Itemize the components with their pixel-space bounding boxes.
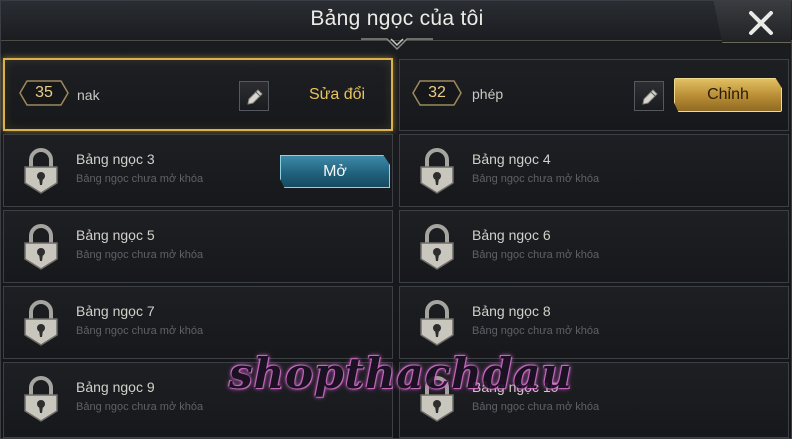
slot-status: Bảng ngọc chưa mở khóa	[472, 325, 600, 337]
locked-slot-6[interactable]: Bảng ngọc 6 Bảng ngọc chưa mở khóa	[399, 210, 789, 283]
page-number-badge: 32	[412, 80, 462, 106]
slot-status: Bảng ngọc chưa mở khóa	[76, 401, 204, 413]
slot-title: Bảng ngọc 10	[472, 379, 559, 395]
slot-status: Bảng ngọc chưa mở khóa	[472, 401, 600, 413]
close-icon	[749, 11, 773, 35]
slot-title: Bảng ngọc 7	[76, 303, 155, 319]
lock-icon	[24, 300, 58, 346]
pencil-icon	[642, 89, 658, 105]
slot-status: Bảng ngọc chưa mở khóa	[76, 249, 204, 261]
unlock-button[interactable]: Mở	[280, 155, 390, 188]
slot-status: Bảng ngọc chưa mở khóa	[472, 173, 600, 185]
header-bar: Bảng ngọc của tôi	[1, 1, 792, 41]
locked-slot-8[interactable]: Bảng ngọc 8 Bảng ngọc chưa mở khóa	[399, 286, 789, 359]
slot-title: Bảng ngọc 8	[472, 303, 551, 319]
lock-icon	[24, 148, 58, 194]
lock-icon	[420, 148, 454, 194]
locked-slot-3[interactable]: Bảng ngọc 3 Bảng ngọc chưa mở khóa Mở	[3, 134, 393, 207]
header-ornament-icon	[361, 38, 433, 51]
locked-slot-4[interactable]: Bảng ngọc 4 Bảng ngọc chưa mở khóa	[399, 134, 789, 207]
page-name: nak	[77, 87, 100, 103]
locked-slot-7[interactable]: Bảng ngọc 7 Bảng ngọc chưa mở khóa	[3, 286, 393, 359]
page-number-badge: 35	[19, 80, 69, 106]
rename-button[interactable]	[239, 81, 269, 111]
slot-title: Bảng ngọc 6	[472, 227, 551, 243]
rename-button[interactable]	[634, 81, 664, 111]
slot-status: Bảng ngọc chưa mở khóa	[472, 249, 600, 261]
lock-icon	[420, 300, 454, 346]
page-name: phép	[472, 86, 504, 102]
slot-status: Bảng ngọc chưa mở khóa	[76, 325, 204, 337]
lock-icon	[420, 224, 454, 270]
locked-slot-9[interactable]: Bảng ngọc 9 Bảng ngọc chưa mở khóa	[3, 362, 393, 438]
rune-page-panel: Bảng ngọc của tôi 35 nak Sửa đổi 32 phép…	[0, 0, 792, 439]
lock-icon	[24, 376, 58, 422]
lock-icon	[24, 224, 58, 270]
locked-slot-5[interactable]: Bảng ngọc 5 Bảng ngọc chưa mở khóa	[3, 210, 393, 283]
rune-page-card-2[interactable]: 32 phép Chỉnh	[399, 59, 789, 131]
locked-slot-10[interactable]: Bảng ngọc 10 Bảng ngọc chưa mở khóa	[399, 362, 789, 438]
slot-title: Bảng ngọc 4	[472, 151, 551, 167]
adjust-page-button[interactable]: Chỉnh	[674, 78, 782, 112]
slot-title: Bảng ngọc 3	[76, 151, 155, 167]
slot-title: Bảng ngọc 9	[76, 379, 155, 395]
slot-title: Bảng ngọc 5	[76, 227, 155, 243]
lock-icon	[420, 376, 454, 422]
page-title: Bảng ngọc của tôi	[310, 7, 484, 30]
slot-status: Bảng ngọc chưa mở khóa	[76, 173, 204, 185]
edit-page-button[interactable]: Sửa đổi	[309, 86, 365, 104]
rune-page-card-1[interactable]: 35 nak Sửa đổi	[3, 58, 393, 131]
pencil-icon	[247, 89, 263, 105]
